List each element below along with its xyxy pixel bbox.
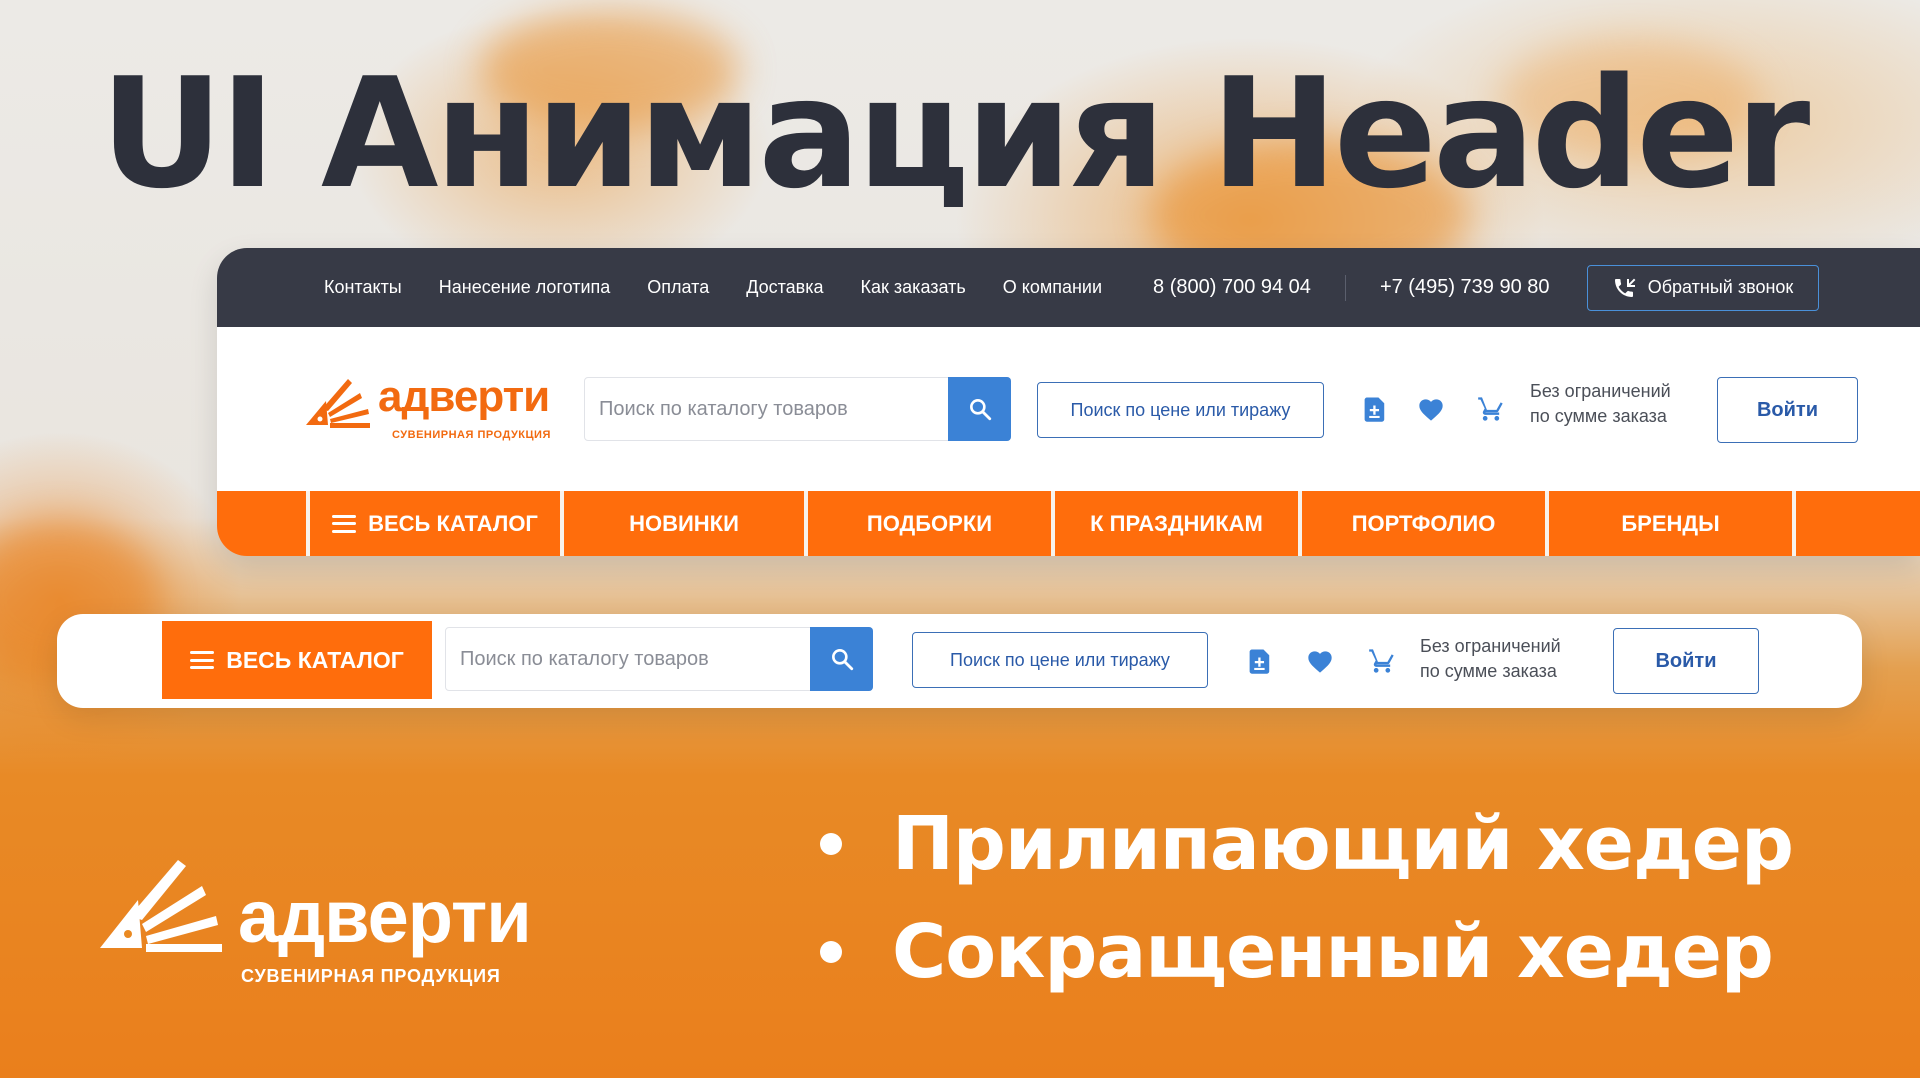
search-icon — [969, 399, 991, 421]
nav-item-brands[interactable]: БРЕНДЫ — [1549, 491, 1792, 556]
compact-cart-button[interactable] — [1366, 645, 1398, 677]
top-link-contacts[interactable]: Контакты — [324, 277, 402, 298]
feature-item: Прилипающий хедер — [820, 790, 1794, 898]
phone-divider — [1344, 274, 1346, 301]
brand-logo[interactable]: адверти СУВЕНИРНАЯ ПРОДУКЦИЯ — [304, 373, 554, 443]
nav-item-collections[interactable]: ПОДБОРКИ — [808, 491, 1051, 556]
search-button[interactable] — [948, 377, 1011, 441]
brand-logo-mark-icon — [100, 860, 222, 952]
feature-list: Прилипающий хедер Сокращенный хедер — [820, 790, 1794, 1006]
compact-catalog-label: ВЕСЬ КАТАЛОГ — [226, 646, 404, 673]
phone-number-1[interactable]: 8 (800) 700 94 04 — [1153, 276, 1311, 299]
compact-favorites-button[interactable] — [1304, 645, 1336, 677]
catalog-nav: ВЕСЬ КАТАЛОГ НОВИНКИ ПОДБОРКИ К ПРАЗДНИК… — [217, 491, 1920, 556]
nav-item-portfolio[interactable]: ПОРТФОЛИО — [1302, 491, 1545, 556]
cart-icon — [1369, 649, 1394, 673]
compare-button[interactable] — [1359, 393, 1391, 425]
hero-title: UI Анимация Header — [100, 45, 1810, 222]
bullet-dot-icon — [820, 941, 842, 963]
burger-menu-icon — [190, 651, 215, 669]
compact-header: ВЕСЬ КАТАЛОГ Поиск по цене или тиражу Бе… — [57, 614, 1862, 708]
nav-item-all-catalog-label: ВЕСЬ КАТАЛОГ — [368, 510, 538, 536]
burger-menu-icon — [332, 514, 357, 533]
top-link-how-to-order[interactable]: Как заказать — [861, 277, 966, 298]
cart-button[interactable] — [1475, 393, 1507, 425]
compare-doc-icon — [1249, 649, 1270, 674]
top-link-payment[interactable]: Оплата — [647, 277, 709, 298]
callback-button[interactable]: Обратный звонок — [1586, 264, 1819, 311]
login-button[interactable]: Войти — [1717, 377, 1858, 443]
compact-order-note-line2: по сумме заказа — [1420, 661, 1557, 681]
bottom-brand-name: адверти — [238, 875, 532, 958]
phone-number-2[interactable]: +7 (495) 739 90 80 — [1380, 276, 1550, 299]
feature-item-label: Сокращенный хедер — [892, 909, 1774, 995]
brand-tagline: СУВЕНИРНАЯ ПРОДУКЦИЯ — [392, 429, 551, 441]
phone-callback-icon — [1614, 278, 1636, 297]
compact-catalog-button[interactable]: ВЕСЬ КАТАЛОГ — [162, 621, 432, 699]
nav-divider — [1792, 491, 1796, 556]
order-note-line1: Без ограничений — [1530, 381, 1671, 401]
order-note-line2: по сумме заказа — [1530, 406, 1667, 426]
feature-item: Сокращенный хедер — [820, 898, 1793, 1006]
bottom-brand-logo: адверти СУВЕНИРНАЯ ПРОДУКЦИЯ — [98, 860, 568, 990]
search-input[interactable] — [585, 378, 948, 440]
compact-login-button[interactable]: Войти — [1613, 628, 1759, 694]
cart-icon — [1478, 397, 1503, 421]
compact-compare-button[interactable] — [1244, 645, 1276, 677]
callback-label: Обратный звонок — [1647, 277, 1794, 297]
compact-search-input[interactable] — [446, 628, 810, 690]
search-icon — [831, 649, 853, 671]
price-search-button[interactable]: Поиск по цене или тиражу — [1037, 382, 1324, 438]
top-link-logo-printing[interactable]: Нанесение логотипа — [439, 277, 611, 298]
bullet-dot-icon — [820, 833, 842, 855]
search-box — [584, 377, 1011, 441]
compact-order-limit-note: Без ограничений по сумме заказа — [1420, 634, 1561, 684]
brand-name: адверти — [378, 372, 550, 421]
order-limit-note: Без ограничений по сумме заказа — [1530, 379, 1671, 429]
compact-search-button[interactable] — [810, 627, 873, 691]
compact-search-box — [445, 627, 873, 691]
brand-logo-mark-icon — [306, 379, 370, 428]
compact-order-note-line1: Без ограничений — [1420, 636, 1561, 656]
main-bar: адверти СУВЕНИРНАЯ ПРОДУКЦИЯ Поиск по це… — [217, 327, 1920, 491]
compact-price-search-button[interactable]: Поиск по цене или тиражу — [912, 632, 1208, 688]
nav-item-all-catalog[interactable]: ВЕСЬ КАТАЛОГ — [310, 491, 560, 556]
favorites-button[interactable] — [1415, 393, 1447, 425]
bottom-brand-tagline: СУВЕНИРНАЯ ПРОДУКЦИЯ — [241, 966, 501, 986]
nav-item-holidays[interactable]: К ПРАЗДНИКАМ — [1055, 491, 1298, 556]
top-link-delivery[interactable]: Доставка — [746, 277, 823, 298]
nav-item-new[interactable]: НОВИНКИ — [564, 491, 804, 556]
heart-icon — [1308, 651, 1332, 673]
compare-doc-icon — [1364, 397, 1385, 422]
top-bar: Контакты Нанесение логотипа Оплата Доста… — [217, 248, 1920, 327]
feature-item-label: Прилипающий хедер — [892, 801, 1794, 887]
heart-icon — [1419, 399, 1443, 421]
full-header: Контакты Нанесение логотипа Оплата Доста… — [217, 248, 1920, 556]
top-link-about[interactable]: О компании — [1003, 277, 1102, 298]
